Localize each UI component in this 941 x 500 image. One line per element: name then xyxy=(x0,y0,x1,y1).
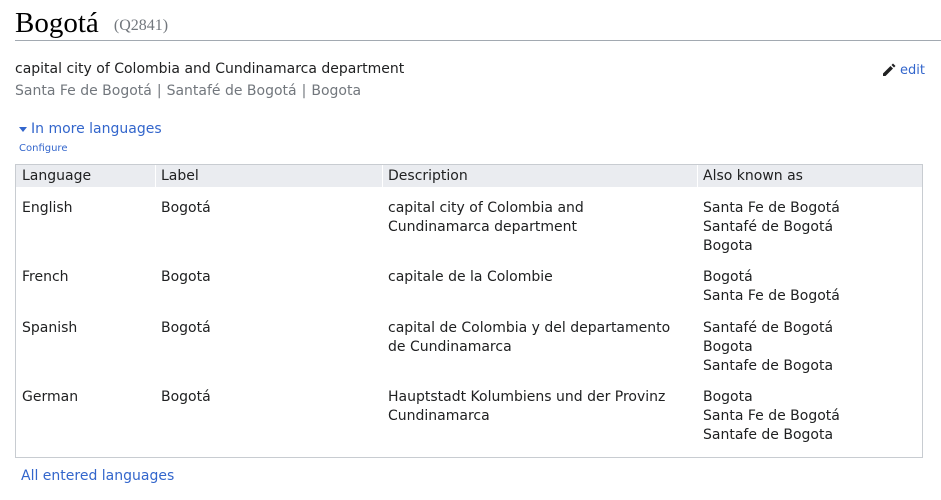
column-header-description: Description xyxy=(388,168,468,184)
pencil-icon xyxy=(883,63,896,76)
column-header-label: Label xyxy=(161,168,199,184)
row-alias: Bogota xyxy=(703,339,753,355)
row-alias: Bogotá xyxy=(703,269,753,285)
row-alias: Bogota xyxy=(703,389,753,405)
row-language: English xyxy=(22,200,73,216)
row-alias: Santafe de Bogota xyxy=(703,358,834,374)
row-alias: Santafé de Bogotá xyxy=(703,320,834,336)
edit-button[interactable]: edit xyxy=(881,62,925,78)
table-header: Language Label Description Also known as xyxy=(16,165,922,187)
row-alias: Santafé de Bogotá xyxy=(703,219,834,235)
row-description-line: de Cundinamarca xyxy=(388,339,512,355)
configure-link[interactable]: Configure xyxy=(19,143,67,154)
row-description-line: capitale de la Colombie xyxy=(388,269,553,285)
row-language: Spanish xyxy=(22,320,78,336)
entity-id: (Q2841) xyxy=(113,17,169,34)
row-alias: Santa Fe de Bogotá xyxy=(703,408,840,424)
row-label: Bogotá xyxy=(161,389,211,405)
alias-item: Santa Fe de Bogotá xyxy=(15,83,152,99)
row-language: French xyxy=(22,269,69,285)
row-alias: Bogota xyxy=(703,238,753,254)
edit-label: edit xyxy=(900,62,925,78)
entity-aliases: Santa Fe de Bogotá | Santafé de Bogotá | Bog… xyxy=(15,83,361,99)
row-description-line: capital de Colombia y del departamento xyxy=(388,320,671,336)
row-label: Bogotá xyxy=(161,200,211,216)
column-header-language: Language xyxy=(22,168,92,184)
page-header: Bogotá (Q2841) xyxy=(15,6,941,41)
in-more-languages-label: In more languages xyxy=(31,121,162,137)
row-description-line: Cundinamarca xyxy=(388,408,490,424)
row-alias: Santafe de Bogota xyxy=(703,427,834,443)
row-label: Bogotá xyxy=(161,320,211,336)
page-title: Bogotá xyxy=(15,7,99,39)
alias-separator: | xyxy=(156,83,162,99)
languages-table: Language Label Description Also known as… xyxy=(15,164,923,458)
row-language: German xyxy=(22,389,79,405)
all-entered-languages-link[interactable]: All entered languages xyxy=(21,468,174,484)
in-more-languages-toggle[interactable]: In more languages xyxy=(19,121,162,137)
alias-item: Bogota xyxy=(311,83,362,99)
column-header-aliases: Also known as xyxy=(703,168,803,184)
entity-description: capital city of Colombia and Cundinamarc… xyxy=(15,61,405,77)
row-description-line: Cundinamarca department xyxy=(388,219,577,235)
alias-separator: | xyxy=(301,83,307,99)
row-description-line: capital city of Colombia and xyxy=(388,200,584,216)
row-description-line: Hauptstadt Kolumbiens und der Provinz xyxy=(388,389,666,405)
row-alias: Santa Fe de Bogotá xyxy=(703,288,840,304)
row-label: Bogota xyxy=(161,269,211,285)
alias-item: Santafé de Bogotá xyxy=(166,83,297,99)
row-alias: Santa Fe de Bogotá xyxy=(703,200,840,216)
caret-down-icon xyxy=(19,126,27,132)
